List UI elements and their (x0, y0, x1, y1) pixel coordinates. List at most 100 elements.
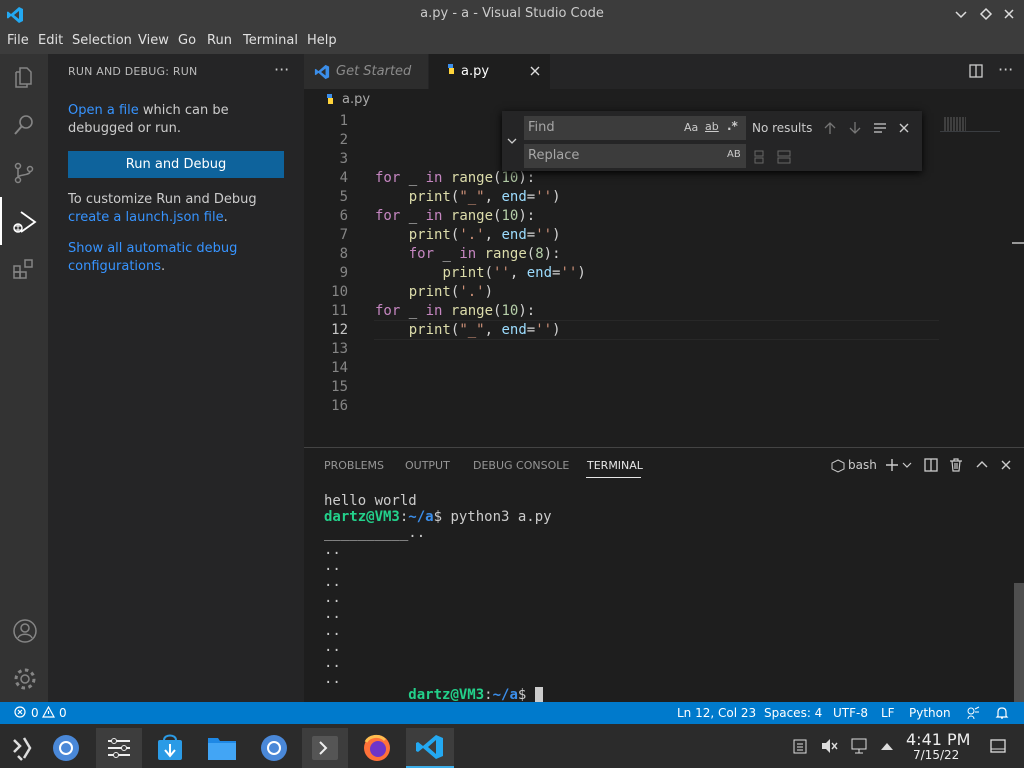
source-control-icon[interactable] (12, 161, 36, 185)
match-case-toggle[interactable]: Aa (684, 121, 698, 134)
menu-go[interactable]: Go (178, 33, 196, 48)
more-actions-icon[interactable]: ··· (274, 60, 289, 79)
toggle-replace-chevron-icon[interactable] (506, 135, 518, 147)
find-in-selection-icon[interactable] (873, 122, 887, 134)
minimize-icon[interactable] (954, 7, 968, 21)
terminal-shell-icon (831, 459, 845, 473)
search-icon[interactable] (12, 113, 36, 137)
terminal-scrollbar[interactable] (1014, 583, 1024, 703)
os-taskbar: 4:41 PM 7/15/22 (0, 724, 1024, 768)
volume-muted-icon[interactable] (820, 738, 838, 754)
show-desktop-icon[interactable] (990, 738, 1006, 754)
line-number: 16 (331, 398, 348, 414)
tab-problems[interactable]: PROBLEMS (324, 459, 384, 472)
vscode-taskbar-icon[interactable] (406, 728, 454, 768)
editor-more-icon[interactable]: ··· (998, 60, 1013, 79)
line-number: 14 (331, 360, 348, 376)
error-count[interactable]: 0 (31, 706, 39, 720)
line-number: 5 (339, 189, 348, 205)
warning-icon[interactable] (42, 706, 55, 718)
replace-all-icon[interactable] (777, 150, 791, 164)
clipboard-tray-icon[interactable] (792, 738, 808, 754)
run-and-debug-button[interactable]: Run and Debug (68, 151, 284, 178)
find-input[interactable]: Find Aa ab .* (524, 116, 746, 140)
split-editor-icon[interactable] (969, 64, 983, 78)
create-launch-json-link[interactable]: create a launch.json file (68, 210, 224, 225)
previous-match-icon[interactable] (824, 121, 836, 135)
run-debug-sidebar: RUN AND DEBUG: RUN ··· Open a file which… (48, 54, 304, 702)
extensions-icon[interactable] (12, 257, 36, 281)
software-store-icon[interactable] (150, 728, 190, 768)
app-launcher-icon[interactable] (4, 728, 44, 768)
minimap-slider[interactable] (940, 131, 1000, 132)
clock-date[interactable]: 7/15/22 (913, 748, 959, 762)
close-find-icon[interactable] (898, 122, 910, 134)
whole-word-toggle[interactable]: ab (705, 120, 719, 133)
warning-count[interactable]: 0 (59, 706, 67, 720)
feedback-icon[interactable] (966, 706, 980, 720)
indentation[interactable]: Spaces: 4 (764, 706, 822, 720)
explorer-icon[interactable] (12, 65, 36, 89)
find-result-count: No results (752, 121, 813, 135)
encoding[interactable]: UTF-8 (833, 706, 868, 720)
file-manager-icon[interactable] (202, 728, 242, 768)
menu-file[interactable]: File (7, 33, 29, 48)
tab-label: a.py (461, 64, 490, 79)
terminal-shell-name[interactable]: bash (848, 458, 877, 472)
line-number: 4 (339, 170, 348, 186)
menu-view[interactable]: View (138, 33, 169, 48)
replace-input[interactable]: Replace AB (524, 144, 746, 168)
menu-help[interactable]: Help (307, 33, 337, 48)
terminal-app-icon[interactable] (302, 728, 348, 768)
replace-one-icon[interactable] (753, 150, 765, 164)
language-mode[interactable]: Python (909, 706, 951, 720)
clock-time[interactable]: 4:41 PM (906, 730, 970, 749)
tab-terminal[interactable]: TERMINAL (587, 459, 643, 472)
firefox-icon[interactable] (357, 728, 397, 768)
new-terminal-icon[interactable] (884, 457, 900, 473)
code-editor[interactable]: 1 2 3 4 5 6 7 8 9 10 11 12 13 14 15 16 f… (304, 111, 1024, 446)
accounts-icon[interactable] (12, 618, 38, 644)
menu-edit[interactable]: Edit (38, 33, 63, 48)
chromium-window-icon[interactable] (254, 728, 294, 768)
open-file-link[interactable]: Open a file (68, 103, 139, 118)
notifications-bell-icon[interactable] (995, 706, 1009, 720)
tab-debug-console[interactable]: DEBUG CONSOLE (473, 459, 569, 472)
show-debug-configurations-link[interactable]: Show all automatic debug configurations (68, 241, 237, 274)
cursor-position[interactable]: Ln 12, Col 23 (677, 706, 756, 720)
next-match-icon[interactable] (849, 121, 861, 135)
error-icon[interactable] (14, 706, 26, 718)
terminal-output[interactable]: hello world dartz@VM3:~/a$ python3 a.py … (324, 493, 552, 704)
tab-get-started[interactable]: Get Started (304, 54, 428, 89)
menu-run[interactable]: Run (207, 33, 232, 48)
settings-gear-icon[interactable] (12, 666, 38, 692)
breadcrumb-file[interactable]: a.py (342, 92, 370, 107)
minimap[interactable] (944, 117, 966, 131)
line-number: 3 (339, 151, 348, 167)
maximize-panel-icon[interactable] (976, 459, 988, 471)
kill-terminal-trash-icon[interactable] (949, 458, 963, 472)
close-window-icon[interactable] (1002, 7, 1016, 21)
split-terminal-icon[interactable] (924, 458, 938, 472)
terminal-dropdown-icon[interactable] (902, 460, 912, 470)
line-ending[interactable]: LF (881, 706, 895, 720)
close-panel-icon[interactable] (1000, 459, 1012, 471)
menu-selection[interactable]: Selection (72, 33, 132, 48)
code-line-9: print('', end='') (442, 265, 586, 281)
regex-toggle[interactable]: .* (727, 119, 738, 133)
menu-bar: File Edit Selection View Go Run Terminal… (0, 30, 1024, 54)
maximize-icon[interactable] (979, 7, 993, 21)
preserve-case-toggle[interactable]: AB (727, 149, 741, 160)
chromium-icon[interactable] (46, 728, 86, 768)
line-number: 6 (339, 208, 348, 224)
python-file-icon (445, 63, 457, 77)
network-icon[interactable] (850, 738, 868, 754)
settings-app-icon[interactable] (96, 728, 142, 768)
tray-expand-icon[interactable] (880, 741, 894, 751)
tab-output[interactable]: OUTPUT (405, 459, 450, 472)
close-tab-icon[interactable] (529, 65, 541, 77)
menu-terminal[interactable]: Terminal (243, 33, 298, 48)
run-debug-icon[interactable] (12, 209, 38, 235)
line-number: 15 (331, 379, 348, 395)
tab-a-py[interactable]: a.py (429, 54, 550, 89)
